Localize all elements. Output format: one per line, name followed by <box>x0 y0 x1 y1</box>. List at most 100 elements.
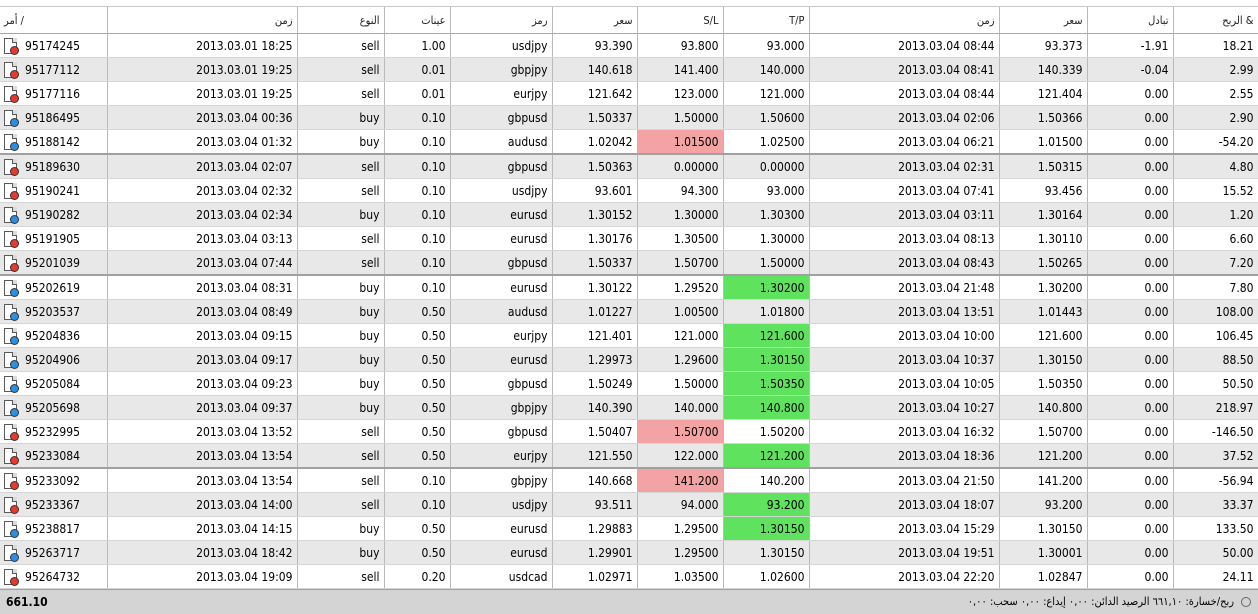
ticket-number: 95190282 <box>25 207 80 222</box>
cell-profit: 108.00 <box>1173 299 1258 324</box>
cell-type: sell <box>297 419 385 444</box>
cell-open-price: 121.401 <box>552 323 638 348</box>
cell-swap: 0.00 <box>1087 153 1174 179</box>
cell-symbol: gbpusd <box>450 419 553 444</box>
table-row[interactable]: 95177116 2013.03.01 19:25 sell 0.01 eurjpy 12… <box>0 81 1258 106</box>
table-row[interactable]: 95233092 2013.03.04 13:54 sell 0.10 gbpjpy 14… <box>0 467 1258 493</box>
cell-swap: 0.00 <box>1087 323 1174 348</box>
cell-profit: 50.00 <box>1173 540 1258 565</box>
cell-swap: 0.00 <box>1087 226 1174 251</box>
cell-ticket: 95233084 <box>0 443 108 469</box>
cell-type: sell <box>297 33 385 58</box>
col-header-size[interactable]: عينات <box>384 7 451 34</box>
ticket-number: 95264732 <box>25 569 80 584</box>
cell-sl: 94.300 <box>637 178 724 203</box>
cell-size: 0.50 <box>384 516 451 541</box>
cell-close-time: 2013.03.04 10:27 <box>809 395 1000 420</box>
ticket-number: 95204836 <box>25 328 80 343</box>
sell-order-icon <box>4 61 19 79</box>
cell-open-price: 93.601 <box>552 178 638 203</box>
table-row[interactable]: 95201039 2013.03.04 07:44 sell 0.10 gbpusd 1.… <box>0 250 1258 276</box>
table-row[interactable]: 95190241 2013.03.04 02:32 sell 0.10 usdjpy 93… <box>0 178 1258 203</box>
table-row[interactable]: 95233367 2013.03.04 14:00 sell 0.10 usdjpy 93… <box>0 492 1258 517</box>
ticket-number: 95177112 <box>25 62 80 77</box>
table-row[interactable]: 95202619 2013.03.04 08:31 buy 0.10 eurusd 1.3… <box>0 274 1258 300</box>
sell-order-icon <box>4 423 19 441</box>
col-header-type[interactable]: النوع <box>297 7 385 34</box>
cell-profit: 2.90 <box>1173 105 1258 130</box>
cell-open-price: 1.02042 <box>552 129 638 155</box>
cell-close-price: 1.50366 <box>999 105 1088 130</box>
cell-open-time: 2013.03.04 02:07 <box>107 153 298 179</box>
cell-open-price: 1.50363 <box>552 153 638 179</box>
cell-ticket: 95177116 <box>0 81 108 106</box>
cell-type: buy <box>297 395 385 420</box>
col-header-close-time[interactable]: زمن <box>809 7 1000 34</box>
table-row[interactable]: 95263717 2013.03.04 18:42 buy 0.50 eurusd 1.2… <box>0 540 1258 565</box>
cell-open-price: 1.30152 <box>552 202 638 227</box>
col-header-sl[interactable]: S/L <box>637 7 724 34</box>
cell-open-time: 2013.03.04 14:00 <box>107 492 298 517</box>
status-bar: 661.10 ربح/خسارة: ٦٦١,١٠ الرصيد الدائن: … <box>0 589 1258 614</box>
cell-ticket: 95189630 <box>0 153 108 179</box>
table-row[interactable]: 95204906 2013.03.04 09:17 buy 0.50 eurusd 1.2… <box>0 347 1258 372</box>
col-header-profit[interactable]: الربح & <box>1173 7 1258 34</box>
cell-sl: 1.00500 <box>637 299 724 324</box>
cell-sl: 1.29500 <box>637 516 724 541</box>
cell-open-time: 2013.03.04 01:32 <box>107 129 298 155</box>
table-row[interactable]: 95264732 2013.03.04 19:09 sell 0.20 usdcad 1.… <box>0 564 1258 589</box>
col-header-tp[interactable]: T/P <box>723 7 810 34</box>
table-row[interactable]: 95205698 2013.03.04 09:37 buy 0.50 gbpjpy 140… <box>0 395 1258 420</box>
cell-symbol: eurusd <box>450 516 553 541</box>
table-row[interactable]: 95232995 2013.03.04 13:52 sell 0.50 gbpusd 1.… <box>0 419 1258 444</box>
ticket-number: 95191905 <box>25 231 80 246</box>
cell-ticket: 95205698 <box>0 395 108 420</box>
cell-open-price: 1.29883 <box>552 516 638 541</box>
col-header-open-price[interactable]: سعر <box>552 7 638 34</box>
cell-tp: 93.000 <box>723 178 810 203</box>
cell-profit: 7.80 <box>1173 274 1258 300</box>
cell-tp: 1.50000 <box>723 250 810 276</box>
buy-order-icon <box>4 399 19 417</box>
cell-ticket: 95186495 <box>0 105 108 130</box>
cell-ticket: 95204906 <box>0 347 108 372</box>
table-row[interactable]: 95238817 2013.03.04 14:15 buy 0.50 eurusd 1.2… <box>0 516 1258 541</box>
cell-profit: 6.60 <box>1173 226 1258 251</box>
cell-tp: 1.30150 <box>723 540 810 565</box>
table-row[interactable]: 95190282 2013.03.04 02:34 buy 0.10 eurusd 1.3… <box>0 202 1258 227</box>
table-row[interactable]: 95174245 2013.03.01 18:25 sell 1.00 usdjpy 93… <box>0 33 1258 58</box>
table-row[interactable]: 95191905 2013.03.04 03:13 sell 0.10 eurusd 1.… <box>0 226 1258 251</box>
table-row[interactable]: 95203537 2013.03.04 08:49 buy 0.50 audusd 1.0… <box>0 299 1258 324</box>
cell-ticket: 95204836 <box>0 323 108 348</box>
table-row[interactable]: 95205084 2013.03.04 09:23 buy 0.50 gbpusd 1.5… <box>0 371 1258 396</box>
table-row[interactable]: 95189630 2013.03.04 02:07 sell 0.10 gbpusd 1.… <box>0 153 1258 179</box>
cell-profit: 2.55 <box>1173 81 1258 106</box>
cell-size: 0.20 <box>384 564 451 589</box>
cell-type: sell <box>297 153 385 179</box>
cell-sl: 1.50700 <box>637 250 724 276</box>
table-row[interactable]: 95233084 2013.03.04 13:54 sell 0.50 eurjpy 12… <box>0 443 1258 469</box>
table-row[interactable]: 95188142 2013.03.04 01:32 buy 0.10 audusd 1.0… <box>0 129 1258 155</box>
col-header-close-price[interactable]: سعر <box>999 7 1088 34</box>
table-row[interactable]: 95204836 2013.03.04 09:15 buy 0.50 eurjpy 121… <box>0 323 1258 348</box>
ticket-number: 95190241 <box>25 183 80 198</box>
table-row[interactable]: 95186495 2013.03.04 00:36 buy 0.10 gbpusd 1.5… <box>0 105 1258 130</box>
col-header-symbol[interactable]: رمز <box>450 7 553 34</box>
cell-close-price: 1.01443 <box>999 299 1088 324</box>
col-header-swap[interactable]: تبادل <box>1087 7 1174 34</box>
cell-symbol: gbpusd <box>450 371 553 396</box>
sell-order-icon <box>4 254 19 272</box>
col-header-ticket[interactable]: أمر / <box>0 7 108 34</box>
cell-open-price: 1.29901 <box>552 540 638 565</box>
cell-tp: 1.02500 <box>723 129 810 155</box>
cell-open-time: 2013.03.04 09:37 <box>107 395 298 420</box>
cell-open-price: 1.01227 <box>552 299 638 324</box>
table-row[interactable]: 95177112 2013.03.01 19:25 sell 0.01 gbpjpy 14… <box>0 57 1258 82</box>
cell-open-price: 1.30176 <box>552 226 638 251</box>
cell-swap: 0.00 <box>1087 492 1174 517</box>
cell-ticket: 95174245 <box>0 33 108 58</box>
cell-type: buy <box>297 540 385 565</box>
col-header-open-time[interactable]: زمن <box>107 7 298 34</box>
cell-open-time: 2013.03.01 19:25 <box>107 81 298 106</box>
cell-swap: 0.00 <box>1087 395 1174 420</box>
